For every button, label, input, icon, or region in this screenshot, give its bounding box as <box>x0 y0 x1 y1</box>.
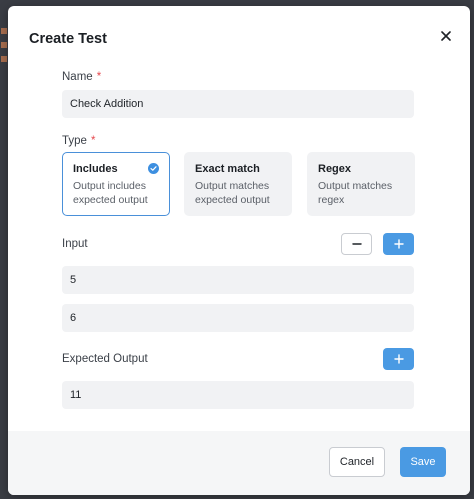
name-label: Name * <box>62 71 101 83</box>
type-option-regex[interactable]: Regex Output matches regex <box>307 152 415 216</box>
dialog-title: Create Test <box>29 31 107 47</box>
add-input-button[interactable] <box>383 233 414 255</box>
expected-output-input[interactable] <box>62 381 414 409</box>
name-label-text: Name <box>62 71 93 83</box>
add-expected-output-button[interactable] <box>383 348 414 370</box>
required-marker: * <box>90 135 96 147</box>
background-editor-hint <box>0 28 8 88</box>
expected-output-label: Expected Output <box>62 353 148 365</box>
type-label: Type * <box>62 135 95 147</box>
cancel-button[interactable]: Cancel <box>329 447 385 477</box>
type-option-description: Output matches expected output <box>195 180 270 206</box>
type-option-title: Exact match <box>195 163 260 175</box>
required-marker: * <box>96 71 102 83</box>
minus-icon <box>351 243 362 245</box>
dialog-footer: Cancel Save <box>8 431 470 495</box>
close-button[interactable] <box>436 26 456 46</box>
input-value-field[interactable] <box>62 304 414 332</box>
remove-input-button[interactable] <box>341 233 372 255</box>
type-option-description: Output matches regex <box>318 180 393 206</box>
input-value-field[interactable] <box>62 266 414 294</box>
input-label: Input <box>62 238 88 250</box>
name-input[interactable] <box>62 90 414 118</box>
close-icon <box>441 31 451 41</box>
type-option-exact-match[interactable]: Exact match Output matches expected outp… <box>184 152 292 216</box>
check-icon <box>148 163 159 174</box>
type-label-text: Type <box>62 135 87 147</box>
type-option-includes[interactable]: Includes Output includes expected output <box>62 152 170 216</box>
type-option-title: Regex <box>318 163 352 175</box>
plus-icon <box>393 354 404 364</box>
plus-icon <box>393 239 404 249</box>
dialog-header: Create Test <box>8 6 470 70</box>
create-test-dialog: Create Test Name* Type* Includes Output … <box>8 6 470 495</box>
type-option-title: Includes <box>73 163 118 175</box>
save-button[interactable]: Save <box>400 447 446 477</box>
type-option-description: Output includes expected output <box>73 180 148 206</box>
